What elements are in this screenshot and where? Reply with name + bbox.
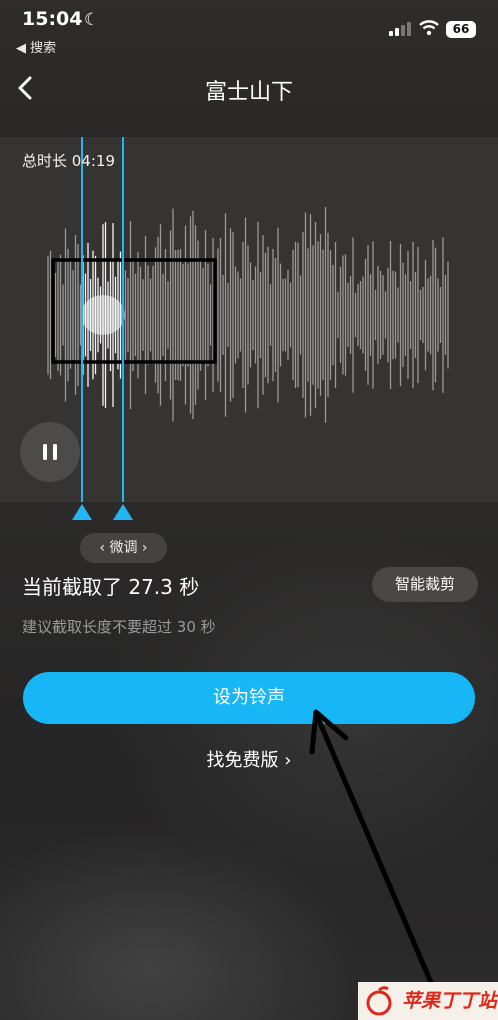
battery-indicator: 66 bbox=[446, 21, 476, 38]
pause-icon bbox=[43, 444, 57, 460]
waveform-bars bbox=[47, 207, 449, 423]
smart-trim-button[interactable]: 智能裁剪 bbox=[372, 567, 478, 602]
total-duration: 总时长 04:19 bbox=[22, 152, 115, 170]
find-free-version-link[interactable]: 找免费版 › bbox=[0, 746, 498, 772]
start-handle-icon bbox=[72, 504, 92, 520]
end-handle-icon bbox=[113, 504, 133, 520]
moon-icon: ☾ bbox=[84, 10, 100, 30]
set-ringtone-button[interactable]: 设为铃声 bbox=[23, 672, 475, 724]
page-title: 富士山下 bbox=[204, 80, 293, 105]
selected-duration: 当前截取了 27.3 秒 bbox=[22, 575, 200, 599]
pause-button[interactable] bbox=[20, 422, 80, 482]
trim-hint: 建议截取长度不要超过 30 秒 bbox=[22, 618, 216, 636]
waveform-highlight bbox=[81, 295, 125, 335]
signal-icon bbox=[389, 22, 411, 36]
back-to-search-link[interactable]: ◀ 搜索 bbox=[16, 37, 56, 56]
fine-tune-button[interactable]: ‹ 微调 › bbox=[80, 533, 167, 563]
trim-handles[interactable] bbox=[70, 500, 140, 522]
wifi-icon bbox=[419, 20, 439, 36]
watermark-logo-icon bbox=[366, 986, 392, 1016]
status-time: 15:04 bbox=[22, 8, 83, 30]
